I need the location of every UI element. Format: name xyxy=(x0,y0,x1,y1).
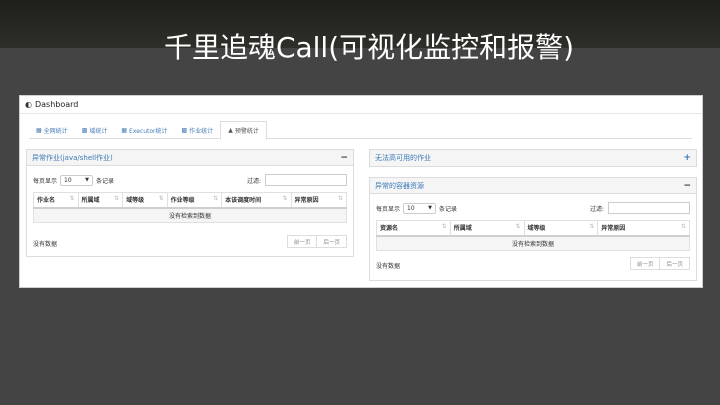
panel-title: 异常的容器资源 xyxy=(375,181,424,190)
bell-icon: ▲ xyxy=(228,127,233,134)
sort-icon: ⇅ xyxy=(114,195,120,203)
empty-message: 没有检索到数据 xyxy=(376,235,690,251)
column-header[interactable]: 域等级 ⇅ xyxy=(122,192,168,209)
tab-bar: ▦ 全网统计 ▩ 域统计 ▦ Executor统计 ▩ 作业统计 ▲ 预警统计 xyxy=(29,121,692,140)
length-prefix: 每页显示 xyxy=(33,177,58,185)
column-header[interactable]: 异常原因 ⇅ xyxy=(290,192,347,209)
filter: 过滤: xyxy=(590,202,690,214)
next-page-button[interactable]: 后一页 xyxy=(317,235,347,248)
bar-chart-icon: ▩ xyxy=(81,126,88,134)
length-suffix: 条记录 xyxy=(439,205,458,213)
sort-icon: ⇅ xyxy=(441,223,447,231)
pagination: 前一页 后一页 xyxy=(286,235,347,248)
sort-icon: ⇅ xyxy=(282,195,288,203)
column-header[interactable]: 所属域 ⇅ xyxy=(77,192,124,209)
bar-chart-icon: ▩ xyxy=(181,126,188,134)
navbar: ◐ Dashboard xyxy=(20,96,702,114)
column-header[interactable]: 作业名 ⇅ xyxy=(33,192,79,209)
tab-label: Executor统计 xyxy=(129,127,168,135)
collapse-toggle-icon[interactable]: − xyxy=(683,181,691,191)
table-header-row: 作业名 ⇅ 所属域 ⇅ 域等级 ⇅ 作业等级 ⇅ 本该调度时间 ⇅ 异常原因 ⇅ xyxy=(33,192,347,209)
abnormal-containers-panel: 异常的容器资源 − 每页显示 10 ▼ 条记录 过滤: 资源名⇅ 所属域⇅ xyxy=(369,177,697,281)
collapse-toggle-icon[interactable]: − xyxy=(340,153,348,163)
column-header[interactable]: 异常原因 ⇅ xyxy=(597,220,690,237)
abnormal-jobs-table: 作业名 ⇅ 所属域 ⇅ 域等级 ⇅ 作业等级 ⇅ 本该调度时间 ⇅ 异常原因 ⇅ 没有检索到… xyxy=(33,192,347,223)
tab-job-stats[interactable]: ▩ 作业统计 xyxy=(175,121,221,139)
tab-domain-stats[interactable]: ▩ 域统计 xyxy=(75,121,115,139)
abnormal-containers-table: 资源名 ⇅ 所属域 ⇅ 域等级 ⇅ 异常原因 ⇅ 没有检索到数据 xyxy=(376,220,690,251)
filter: 过滤: xyxy=(247,174,347,186)
expand-toggle-icon[interactable]: + xyxy=(683,153,691,163)
table-icon: ▦ xyxy=(121,126,128,134)
column-header[interactable]: 作业等级 ⇅ xyxy=(166,192,223,209)
filter-input[interactable] xyxy=(608,202,690,214)
table-row: 没有检索到数据 xyxy=(376,235,690,251)
caret-down-icon: ▼ xyxy=(428,205,433,211)
tab-alert-stats[interactable]: ▲ 预警统计 xyxy=(220,121,267,140)
page-length-value: 10 xyxy=(407,204,415,212)
tab-executor-stats[interactable]: ▦ Executor统计 xyxy=(114,121,174,139)
table-icon: ▦ xyxy=(36,126,42,134)
page-length-select[interactable]: 10 ▼ xyxy=(60,174,94,186)
table-controls: 每页显示 10 ▼ 条记录 过滤: xyxy=(376,202,690,214)
sort-icon: ⇅ xyxy=(69,195,75,203)
non-ha-jobs-panel: 无法高可用的作业 + xyxy=(369,149,697,167)
table-info: 没有数据 xyxy=(376,263,401,270)
panel-header: 无法高可用的作业 + xyxy=(370,150,696,166)
panel-title: 异常作业(java/shell作业) xyxy=(32,153,113,162)
slide-title: 千里追魂Call(可视化监控和报警) xyxy=(163,31,575,64)
length-prefix: 每页显示 xyxy=(376,205,401,213)
page-length-value: 10 xyxy=(64,176,72,184)
column-header[interactable]: 域等级 ⇅ xyxy=(523,220,599,237)
filter-label: 过滤: xyxy=(589,205,604,213)
caret-down-icon: ▼ xyxy=(85,177,90,183)
panel-title: 无法高可用的作业 xyxy=(375,154,431,162)
tab-label: 预警统计 xyxy=(234,128,259,135)
column-header[interactable]: 资源名 ⇅ xyxy=(376,220,451,237)
page-length-select[interactable]: 10 ▼ xyxy=(403,202,437,214)
prev-page-button[interactable]: 前一页 xyxy=(286,235,318,248)
next-page-button[interactable]: 后一页 xyxy=(660,257,690,270)
panel-header: 异常的容器资源 − xyxy=(370,178,696,194)
tab-label: 域统计 xyxy=(89,127,108,135)
table-controls: 每页显示 10 ▼ 条记录 过滤: xyxy=(33,174,347,186)
tab-label: 作业统计 xyxy=(189,127,214,135)
navbar-brand[interactable]: Dashboard xyxy=(35,100,78,109)
tab-label: 全网统计 xyxy=(43,127,68,135)
sort-icon: ⇅ xyxy=(337,195,343,203)
column-header[interactable]: 所属域 ⇅ xyxy=(449,220,525,237)
sort-icon: ⇅ xyxy=(515,223,521,231)
pagination: 前一页 后一页 xyxy=(629,257,690,270)
sort-icon: ⇅ xyxy=(680,223,686,231)
empty-message: 没有检索到数据 xyxy=(33,207,347,223)
sort-icon: ⇅ xyxy=(589,223,595,231)
filter-input[interactable] xyxy=(265,174,347,186)
dashboard-icon: ◐ xyxy=(25,100,32,109)
sort-icon: ⇅ xyxy=(213,195,219,203)
abnormal-jobs-panel: 异常作业(java/shell作业) − 每页显示 10 ▼ 条记录 过滤: 作… xyxy=(26,149,354,257)
dashboard-screenshot: ◐ Dashboard ▦ 全网统计 ▩ 域统计 ▦ Executor统计 ▩ … xyxy=(19,95,703,288)
prev-page-button[interactable]: 前一页 xyxy=(629,257,661,270)
tab-global-stats[interactable]: ▦ 全网统计 xyxy=(29,121,75,139)
table-header-row: 资源名 ⇅ 所属域 ⇅ 域等级 ⇅ 异常原因 ⇅ xyxy=(376,220,690,237)
table-row: 没有检索到数据 xyxy=(33,207,347,223)
panel-header: 异常作业(java/shell作业) − xyxy=(27,150,353,166)
sort-icon: ⇅ xyxy=(158,195,164,203)
filter-label: 过滤: xyxy=(246,177,261,185)
length-suffix: 条记录 xyxy=(96,177,115,185)
table-info: 没有数据 xyxy=(33,241,58,248)
column-header[interactable]: 本该调度时间 ⇅ xyxy=(221,192,292,209)
